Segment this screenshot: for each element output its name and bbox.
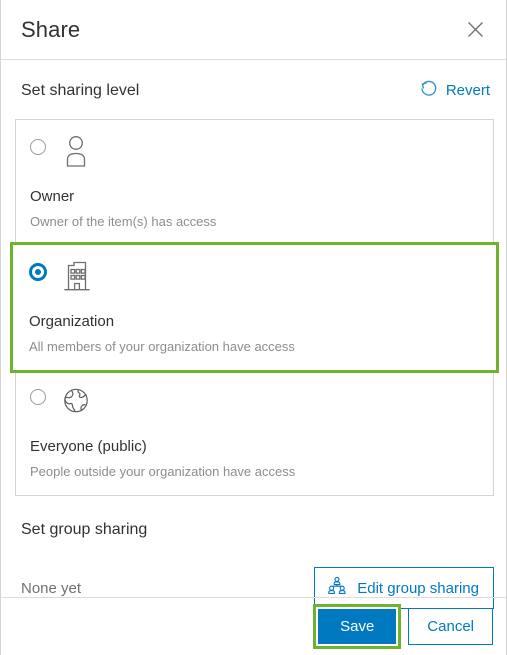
option-organization-label: Organization xyxy=(29,313,115,330)
share-dialog: Share Set sharing level Revert Owner Own… xyxy=(0,0,507,655)
sharing-level-heading: Set sharing level xyxy=(21,81,140,99)
group-sharing-section: Set group sharing None yet Edit group sh… xyxy=(1,521,506,609)
cancel-button[interactable]: Cancel xyxy=(408,608,493,645)
group-sharing-status: None yet xyxy=(21,579,82,597)
radio-owner[interactable] xyxy=(30,139,46,155)
globe-icon xyxy=(60,384,92,423)
radio-organization[interactable] xyxy=(29,263,47,281)
group-sharing-heading: Set group sharing xyxy=(21,521,148,538)
close-icon[interactable] xyxy=(460,15,490,45)
save-button-highlight: Save xyxy=(313,604,402,649)
option-organization-top-row xyxy=(29,259,482,303)
option-owner-label: Owner xyxy=(30,188,75,205)
dialog-header: Share xyxy=(1,0,506,60)
radio-everyone[interactable] xyxy=(30,389,46,405)
sharing-option-owner[interactable]: Owner Owner of the item(s) has access xyxy=(15,119,494,246)
revert-circular-arrow-icon xyxy=(419,79,438,102)
edit-group-sharing-label: Edit group sharing xyxy=(357,579,479,597)
sharing-option-organization[interactable]: Organization All members of your organiz… xyxy=(10,242,499,373)
dialog-footer: Save Cancel xyxy=(1,597,506,655)
option-everyone-description: People outside your organization have ac… xyxy=(30,464,296,479)
person-icon xyxy=(60,134,92,173)
option-owner-top-row xyxy=(30,134,479,178)
sharing-option-everyone[interactable]: Everyone (public) People outside your or… xyxy=(15,369,494,496)
option-owner-description: Owner of the item(s) has access xyxy=(30,214,217,229)
revert-label: Revert xyxy=(445,82,490,99)
option-everyone-top-row xyxy=(30,384,479,428)
sharing-level-header: Set sharing level Revert xyxy=(1,68,506,113)
sharing-level-options: Owner Owner of the item(s) has access Or… xyxy=(10,119,499,496)
building-icon xyxy=(61,259,93,298)
revert-button[interactable]: Revert xyxy=(419,79,490,102)
page-title: Share xyxy=(21,16,81,42)
option-organization-description: All members of your organization have ac… xyxy=(29,339,295,354)
option-everyone-label: Everyone (public) xyxy=(30,438,147,455)
save-button[interactable]: Save xyxy=(318,609,397,644)
